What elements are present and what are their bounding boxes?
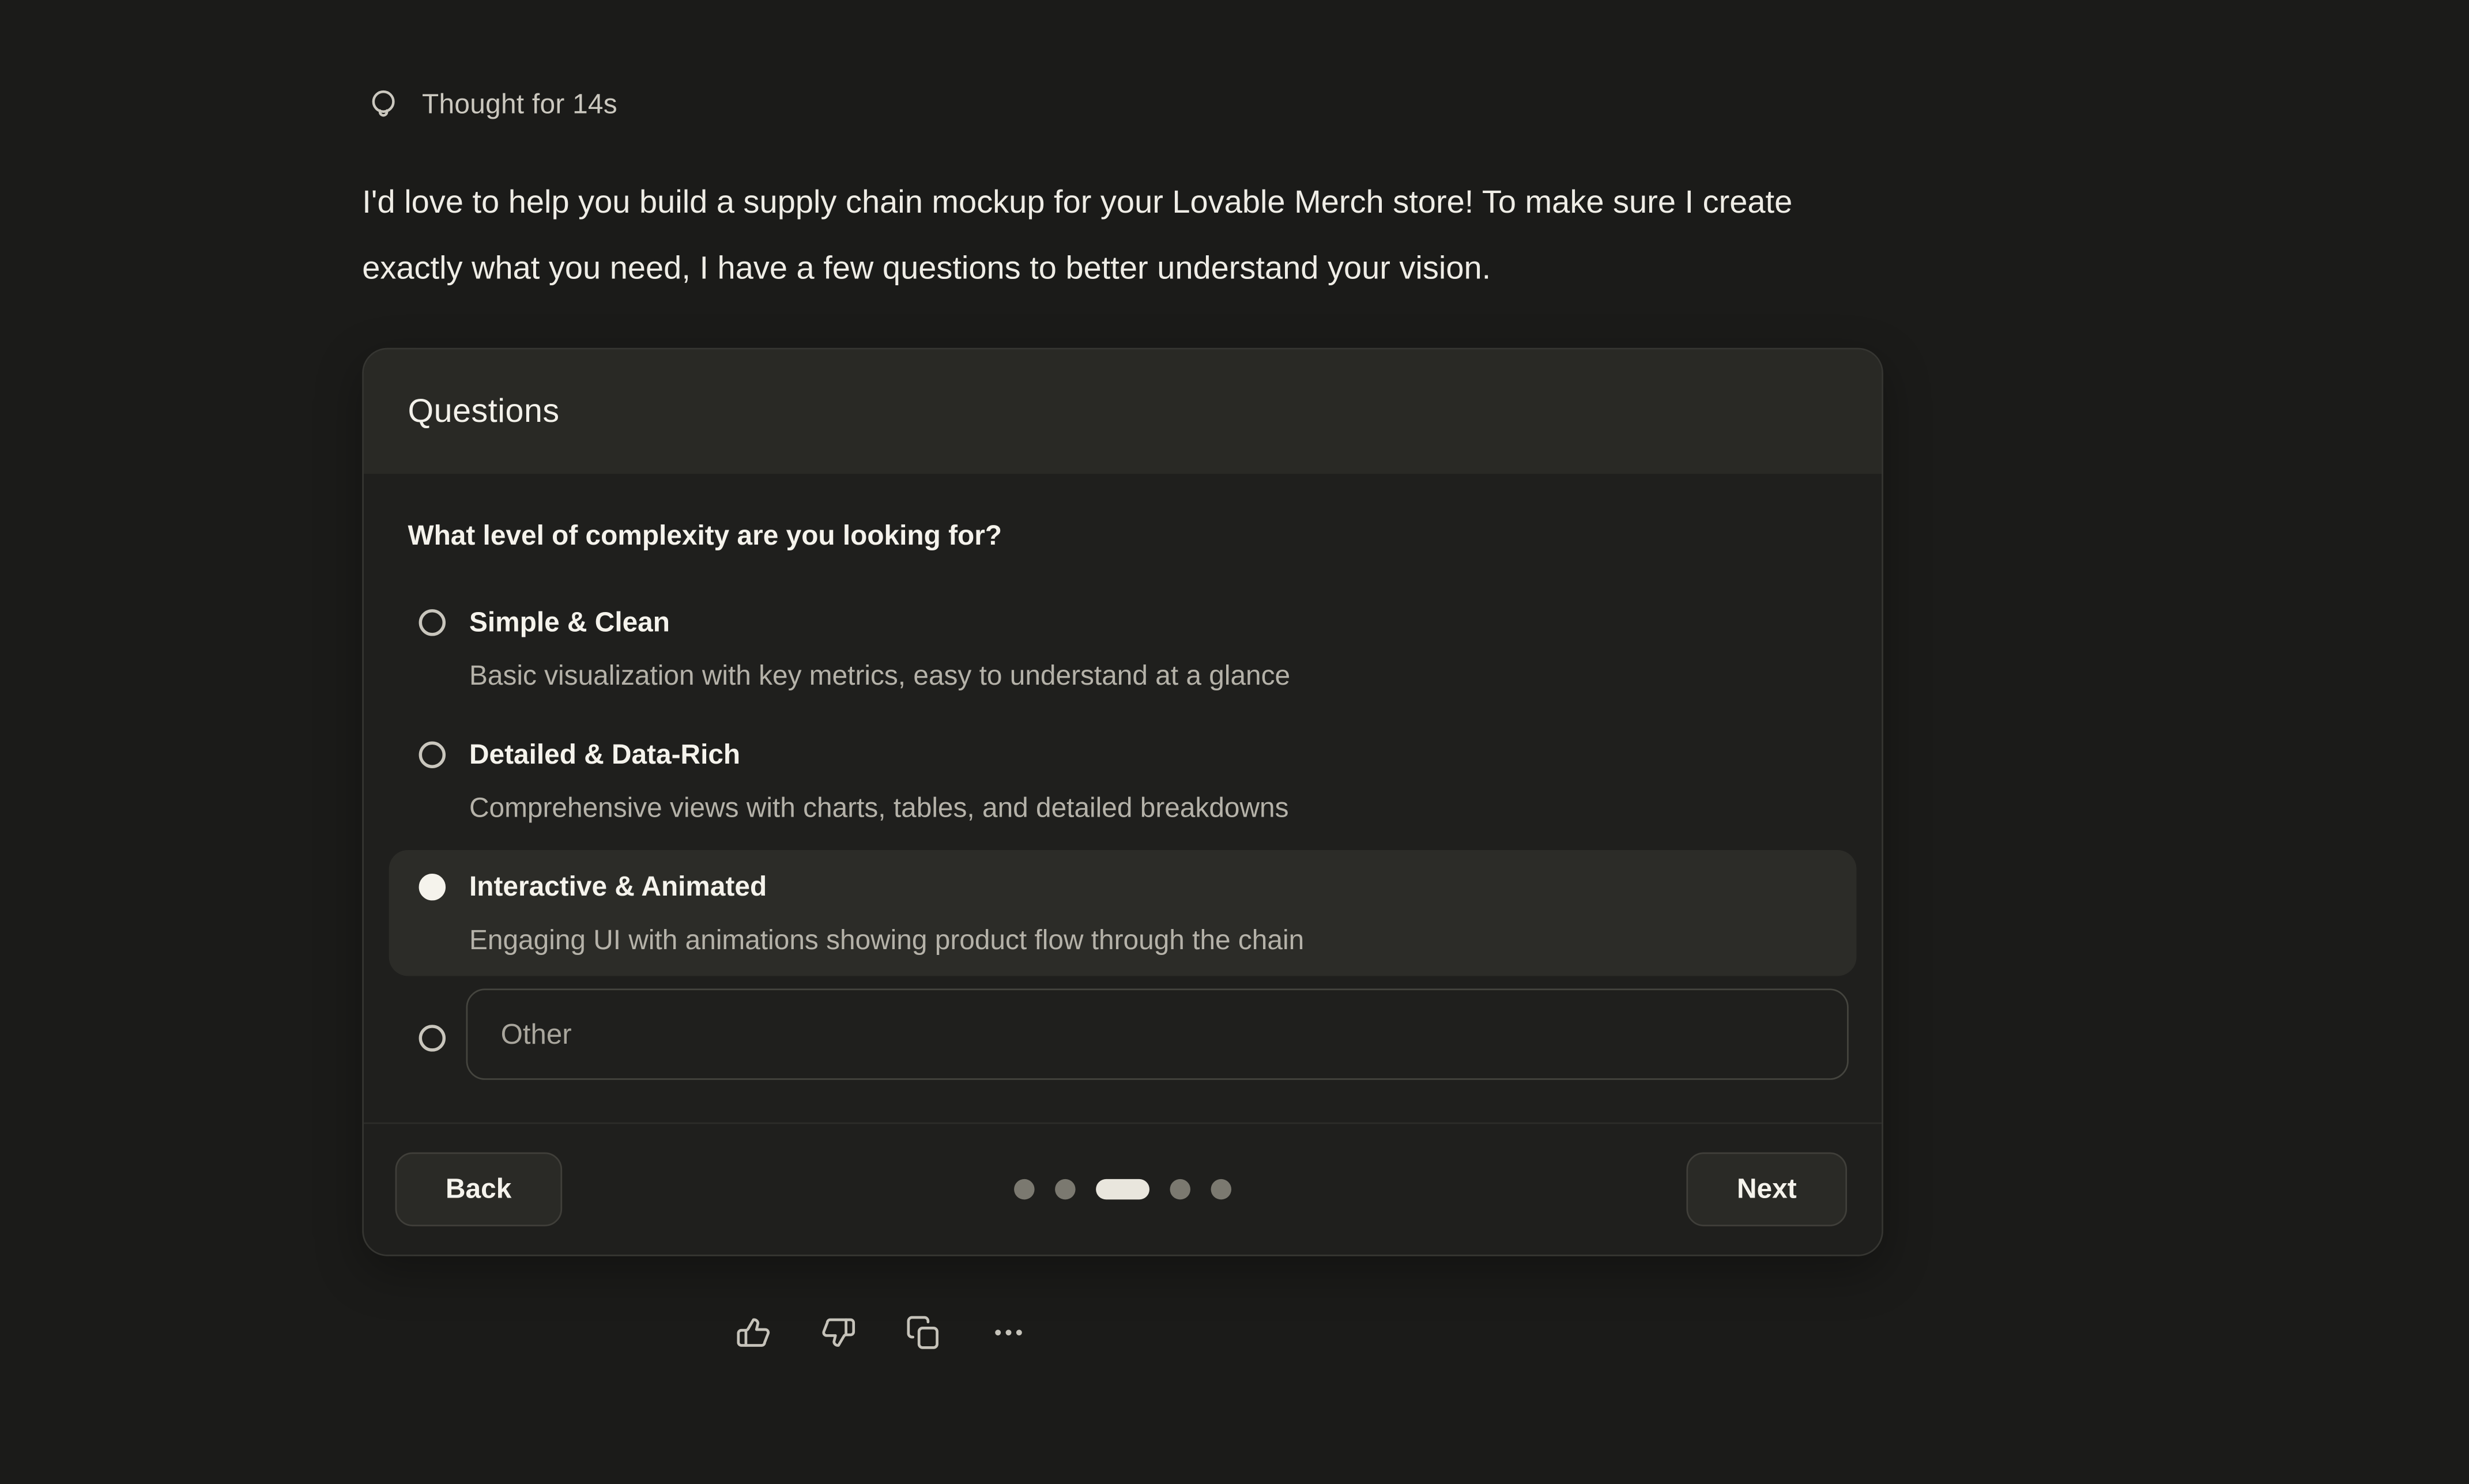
lightbulb-icon	[365, 86, 402, 123]
thumbs-down-icon[interactable]	[819, 1313, 857, 1351]
copy-icon[interactable]	[904, 1313, 942, 1351]
option-other[interactable]	[389, 982, 1857, 1079]
option-simple-clean[interactable]: Simple & Clean Basic visualization with …	[389, 586, 1857, 712]
radio-unselected-icon[interactable]	[419, 1024, 446, 1051]
thought-duration-label: Thought for 14s	[422, 88, 617, 121]
option-description: Comprehensive views with charts, tables,…	[469, 788, 1289, 826]
chat-message-view: Thought for 14s I'd love to help you bui…	[0, 0, 2469, 1484]
option-label: Simple & Clean	[469, 603, 1290, 641]
assistant-message-text: I'd love to help you build a supply chai…	[362, 170, 2220, 302]
options-list: Simple & Clean Basic visualization with …	[389, 586, 1857, 1080]
option-interactive-animated[interactable]: Interactive & Animated Engaging UI with …	[389, 850, 1857, 976]
message-actions	[734, 1313, 1883, 1351]
back-button[interactable]: Back	[395, 1152, 562, 1226]
questions-card-header: Questions	[364, 349, 1882, 474]
option-detailed-data-rich[interactable]: Detailed & Data-Rich Comprehensive views…	[389, 718, 1857, 844]
progress-dot	[1014, 1179, 1035, 1200]
thought-summary[interactable]: Thought for 14s	[365, 0, 2469, 123]
thumbs-up-icon[interactable]	[734, 1313, 772, 1351]
progress-dot	[1055, 1179, 1076, 1200]
radio-unselected-icon[interactable]	[419, 609, 446, 636]
questions-card: Questions What level of complexity are y…	[362, 348, 1883, 1256]
radio-selected-icon[interactable]	[419, 874, 446, 900]
progress-dot	[1170, 1179, 1191, 1200]
progress-dots	[364, 1124, 1882, 1255]
more-options-icon[interactable]	[989, 1313, 1027, 1351]
next-button[interactable]: Next	[1687, 1152, 1847, 1226]
other-option-input[interactable]	[466, 988, 1849, 1079]
question-text: What level of complexity are you looking…	[408, 519, 1856, 552]
option-description: Engaging UI with animations showing prod…	[469, 921, 1304, 959]
progress-dot-active	[1096, 1179, 1149, 1200]
radio-unselected-icon[interactable]	[419, 742, 446, 768]
progress-dot	[1211, 1179, 1232, 1200]
option-label: Interactive & Animated	[469, 867, 1304, 905]
option-label: Detailed & Data-Rich	[469, 735, 1289, 773]
card-footer: Back Next	[364, 1123, 1882, 1255]
option-description: Basic visualization with key metrics, ea…	[469, 656, 1290, 694]
card-title: Questions	[408, 393, 559, 431]
